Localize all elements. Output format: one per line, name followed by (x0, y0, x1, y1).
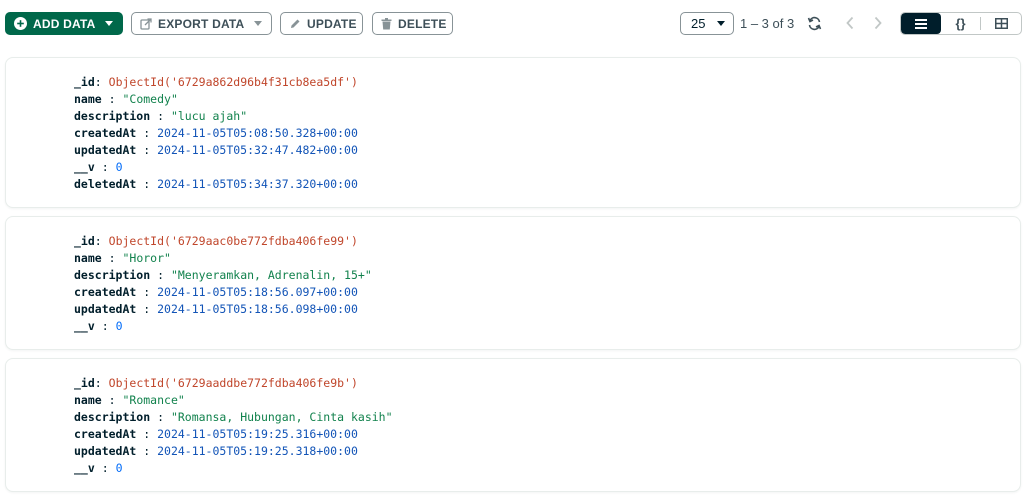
field-key: updatedAt (74, 444, 137, 458)
update-label: UPDATE (307, 16, 357, 31)
field-row: name : "Comedy" (74, 92, 178, 106)
field-key: _id (74, 376, 95, 390)
field-value: 0 (115, 461, 123, 475)
field-row: deletedAt : 2024-11-05T05:34:37.320+00:0… (74, 177, 358, 191)
field-key: createdAt (74, 126, 137, 140)
json-view-button[interactable]: {} (941, 13, 981, 34)
trash-icon (381, 17, 392, 30)
field-key: description (74, 410, 151, 424)
field-key: __v (74, 319, 95, 333)
field-key: description (74, 268, 151, 282)
field-value: 2024-11-05T05:19:25.316+00:00 (157, 427, 358, 441)
field-key: name (74, 251, 102, 265)
add-data-label: ADD DATA (33, 16, 96, 31)
plus-circle-icon (14, 17, 27, 30)
field-value: 0 (115, 319, 123, 333)
field-value: ObjectId('6729a862d96b4f31cb8ea5df') (108, 75, 358, 89)
chevron-down-icon (254, 21, 263, 26)
field-row: updatedAt : 2024-11-05T05:32:47.482+00:0… (74, 143, 358, 157)
table-view-button[interactable] (981, 13, 1021, 34)
export-data-button[interactable]: EXPORT DATA (131, 12, 272, 35)
field-row: _id: ObjectId('6729aaddbe772fdba406fe9b'… (74, 376, 358, 390)
page-size-select[interactable]: 25 (680, 12, 734, 35)
field-row: createdAt : 2024-11-05T05:08:50.328+00:0… (74, 126, 358, 140)
delete-button[interactable]: DELETE (372, 12, 453, 35)
field-value: 2024-11-05T05:19:25.318+00:00 (157, 444, 358, 458)
field-value: "Comedy" (122, 92, 178, 106)
field-row: __v : 0 (74, 160, 123, 174)
field-key: __v (74, 461, 95, 475)
pagination-range: 1 – 3 of 3 (740, 16, 795, 31)
list-icon (914, 18, 927, 29)
field-key: updatedAt (74, 143, 137, 157)
field-value: ObjectId('6729aac0be772fdba406fe99') (108, 234, 358, 248)
export-data-label: EXPORT DATA (158, 16, 245, 31)
document-card[interactable]: _id: ObjectId('6729a862d96b4f31cb8ea5df'… (5, 57, 1021, 208)
field-value: "Horor" (122, 251, 171, 265)
field-value: 2024-11-05T05:18:56.098+00:00 (157, 302, 358, 316)
delete-label: DELETE (398, 16, 447, 31)
refresh-icon (807, 16, 821, 30)
document-card[interactable]: _id: ObjectId('6729aac0be772fdba406fe99'… (5, 216, 1021, 350)
table-icon (994, 18, 1008, 29)
chevron-left-icon (846, 16, 854, 30)
field-value: 2024-11-05T05:34:37.320+00:00 (157, 177, 358, 191)
field-row: name : "Horor" (74, 251, 171, 265)
chevron-right-icon (874, 16, 882, 30)
field-row: createdAt : 2024-11-05T05:19:25.316+00:0… (74, 427, 358, 441)
field-row: __v : 0 (74, 461, 123, 475)
field-row: _id: ObjectId('6729a862d96b4f31cb8ea5df'… (74, 75, 358, 89)
field-row: updatedAt : 2024-11-05T05:19:25.318+00:0… (74, 444, 358, 458)
list-view-button[interactable] (901, 13, 941, 34)
field-row: name : "Romance" (74, 393, 185, 407)
update-button[interactable]: UPDATE (280, 12, 363, 35)
field-key: createdAt (74, 285, 137, 299)
curly-braces-icon: {} (955, 16, 966, 31)
field-key: name (74, 393, 102, 407)
field-value: ObjectId('6729aaddbe772fdba406fe9b') (108, 376, 358, 390)
field-key: updatedAt (74, 302, 137, 316)
field-key: name (74, 92, 102, 106)
view-switcher: {} (900, 12, 1022, 35)
field-key: _id (74, 234, 95, 248)
refresh-button[interactable] (804, 13, 824, 33)
field-value: 2024-11-05T05:18:56.097+00:00 (157, 285, 358, 299)
pencil-icon (289, 18, 301, 30)
field-key: createdAt (74, 427, 137, 441)
chevron-down-icon (105, 21, 114, 26)
field-value: "Romance" (122, 393, 185, 407)
documents-toolbar: ADD DATA EXPORT DATA UPDATE DELETE 25 1 … (0, 0, 1033, 46)
field-key: description (74, 109, 151, 123)
field-key: _id (74, 75, 95, 89)
field-row: updatedAt : 2024-11-05T05:18:56.098+00:0… (74, 302, 358, 316)
field-key: deletedAt (74, 177, 137, 191)
field-value: 2024-11-05T05:32:47.482+00:00 (157, 143, 358, 157)
next-page-button[interactable] (868, 13, 888, 33)
page-size-value: 25 (691, 16, 706, 31)
field-row: _id: ObjectId('6729aac0be772fdba406fe99'… (74, 234, 358, 248)
field-key: __v (74, 160, 95, 174)
chevron-down-icon (717, 21, 725, 26)
field-row: __v : 0 (74, 319, 123, 333)
previous-page-button[interactable] (840, 13, 860, 33)
field-value: "Menyeramkan, Adrenalin, 15+" (170, 268, 372, 282)
export-icon (140, 17, 152, 30)
field-value: "Romansa, Hubungan, Cinta kasih" (170, 410, 393, 424)
field-row: description : "Romansa, Hubungan, Cinta … (74, 410, 393, 424)
field-value: 2024-11-05T05:08:50.328+00:00 (157, 126, 358, 140)
field-value: 0 (115, 160, 123, 174)
field-row: createdAt : 2024-11-05T05:18:56.097+00:0… (74, 285, 358, 299)
document-card[interactable]: _id: ObjectId('6729aaddbe772fdba406fe9b'… (5, 358, 1021, 492)
field-value: "lucu ajah" (170, 109, 248, 123)
field-row: description : "Menyeramkan, Adrenalin, 1… (74, 268, 372, 282)
field-row: description : "lucu ajah" (74, 109, 248, 123)
add-data-button[interactable]: ADD DATA (5, 12, 123, 35)
